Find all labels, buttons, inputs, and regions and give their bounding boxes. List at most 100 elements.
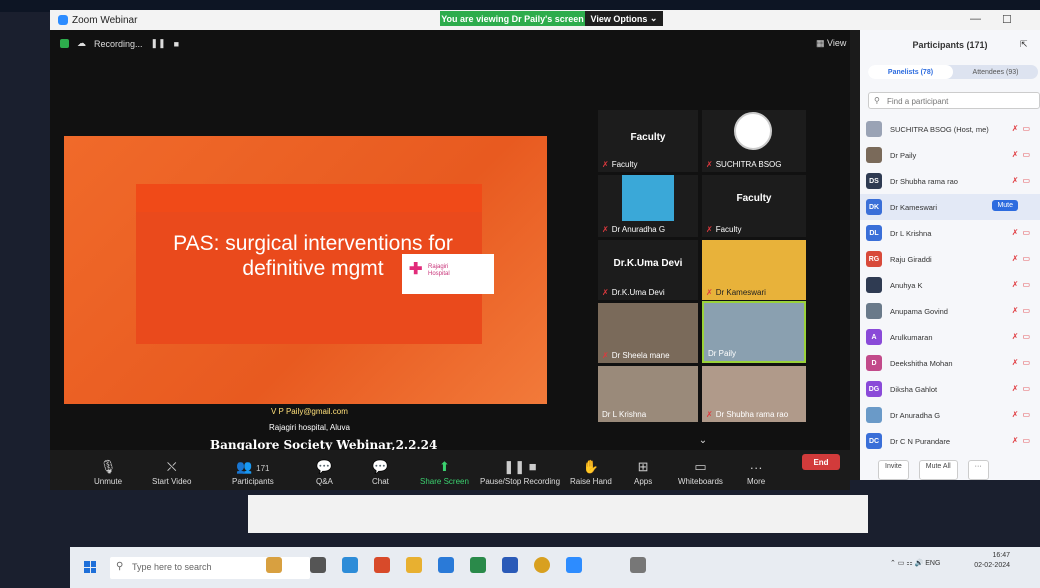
mail-icon[interactable] xyxy=(438,557,454,573)
participant-row[interactable]: Dr Anuradha G ✗▭ xyxy=(860,402,1040,428)
raise-hand-button[interactable]: ✋ Raise Hand xyxy=(570,459,612,486)
zoom-icon[interactable] xyxy=(566,557,582,573)
video-tile[interactable]: Faculty ✗ Faculty xyxy=(598,110,698,172)
end-button[interactable]: End xyxy=(802,454,840,470)
avatar: DK xyxy=(866,199,882,215)
mic-video-status-icon: ✗▭ xyxy=(1011,176,1034,185)
system-tray-icons[interactable]: ⌃ ▭ ⚏ 🔊 ENG xyxy=(890,559,940,567)
mic-video-status-icon: ✗▭ xyxy=(1011,228,1034,237)
word-icon[interactable] xyxy=(502,557,518,573)
powerpoint-icon[interactable] xyxy=(374,557,390,573)
mute-all-button[interactable]: Mute All xyxy=(918,460,958,480)
share-icon: ⬆ xyxy=(439,459,450,474)
muted-mic-icon: ✗ xyxy=(706,410,713,419)
tile-big-label: Faculty xyxy=(630,132,666,143)
ellipsis-icon: ··· xyxy=(749,460,763,475)
file-explorer-icon[interactable] xyxy=(406,557,422,573)
video-tile[interactable]: Dr L Krishna xyxy=(598,366,698,422)
pause-recording-label: Pause/Stop Recording xyxy=(480,477,561,486)
avatar: A xyxy=(866,329,882,345)
muted-mic-icon: ✗ xyxy=(602,351,609,360)
tile-name-text: Dr Anuradha G xyxy=(611,225,666,234)
participant-name: Anupama Govind xyxy=(890,306,948,316)
video-tile[interactable]: Dr.K.Uma Devi ✗ Dr.K.Uma Devi xyxy=(598,240,698,300)
tile-big-label: Dr.K.Uma Devi xyxy=(613,258,683,269)
avatar: DG xyxy=(866,381,882,397)
share-screen-button[interactable]: ⬆ Share Screen xyxy=(420,459,469,486)
participant-row[interactable]: RG Raju Giraddi ✗▭ xyxy=(860,246,1040,272)
more-button[interactable]: ··· More xyxy=(747,460,765,486)
video-tile-active[interactable]: Dr Paily xyxy=(702,301,806,363)
mic-video-status-icon: ✗▭ xyxy=(1011,436,1034,445)
windows-start-icon[interactable] xyxy=(84,561,96,573)
tile-name-text: Faculty xyxy=(611,160,638,169)
recording-label: Recording... xyxy=(94,38,143,49)
tab-attendees[interactable]: Attendees (93) xyxy=(953,65,1038,79)
tab-panelists[interactable]: Panelists (78) xyxy=(868,65,953,79)
tile-name-text: Dr Paily xyxy=(708,349,737,358)
video-tile[interactable]: ✗ Dr Kameswari xyxy=(702,240,806,300)
participant-row[interactable]: Anuhya K ✗▭ xyxy=(860,272,1040,298)
minimize-icon[interactable]: — xyxy=(970,13,981,25)
maximize-icon[interactable]: ☐ xyxy=(1002,13,1012,26)
doctor-avatar xyxy=(622,175,674,221)
participant-row[interactable]: Anupama Govind ✗▭ xyxy=(860,298,1040,324)
video-tile[interactable]: Faculty ✗ Faculty xyxy=(702,175,806,237)
participant-name: Diksha Gahlot xyxy=(890,384,938,394)
apps-button[interactable]: ⊞ Apps xyxy=(634,459,652,486)
mic-video-status-icon: ✗▭ xyxy=(1011,384,1034,393)
qa-button[interactable]: 💬 Q&A xyxy=(316,459,333,486)
stop-icon[interactable]: ■ xyxy=(174,39,179,49)
view-button[interactable]: ▦ View xyxy=(816,38,846,49)
tile-name: Dr Paily xyxy=(708,349,736,358)
popout-icon[interactable]: ⇱ xyxy=(1020,39,1028,50)
clock-time: 16:47 xyxy=(992,552,1010,559)
whiteboards-label: Whiteboards xyxy=(678,477,723,486)
participant-tabs: Panelists (78) Attendees (93) xyxy=(868,65,1038,79)
video-tile[interactable]: ✗ SUCHITRA BSOG xyxy=(702,110,806,172)
view-options-button[interactable]: View Options ⌄ xyxy=(585,11,663,26)
video-tile[interactable]: ✗ Dr Sheela mane xyxy=(598,303,698,363)
clock[interactable]: 16:47 02-02-2024 xyxy=(974,551,1010,571)
qa-icon: 💬 xyxy=(316,459,333,474)
search-placeholder: Find a participant xyxy=(887,97,949,106)
participant-search-input[interactable]: ⚲ Find a participant xyxy=(868,92,1040,109)
search-icon: ⚲ xyxy=(874,96,880,105)
participant-row[interactable]: DG Diksha Gahlot ✗▭ xyxy=(860,376,1040,402)
tile-name-text: Dr L Krishna xyxy=(602,410,647,419)
invite-button[interactable]: Invite xyxy=(878,460,909,480)
app-icon[interactable] xyxy=(630,557,646,573)
pause-icon[interactable]: ❚❚ xyxy=(151,38,166,49)
briefcase-icon[interactable] xyxy=(266,557,282,573)
video-tile[interactable]: ✗ Dr Anuradha G xyxy=(598,175,698,237)
slide-email: V P Paily@gmail.com xyxy=(271,407,348,416)
chat-button[interactable]: 💬 Chat xyxy=(372,459,389,486)
chrome-icon[interactable] xyxy=(534,557,550,573)
share-screen-label: Share Screen xyxy=(420,477,469,486)
tile-name-text: SUCHITRA BSOG xyxy=(715,160,782,169)
more-icon[interactable]: ··· xyxy=(967,460,989,480)
participant-row[interactable]: D Deekshitha Mohan ✗▭ xyxy=(860,350,1040,376)
avatar: DC xyxy=(866,433,882,449)
windows-taskbar: ⚲ Type here to search ⌃ ▭ ⚏ 🔊 ENG 16:47 … xyxy=(70,547,1040,588)
participant-row[interactable]: A Arulkumaran ✗▭ xyxy=(860,324,1040,350)
maps-icon[interactable] xyxy=(470,557,486,573)
edge-icon[interactable] xyxy=(342,557,358,573)
participant-row[interactable]: Dr Paily ✗▭ xyxy=(860,142,1040,168)
participant-row[interactable]: DC Dr C N Purandare ✗▭ xyxy=(860,428,1040,454)
mute-button[interactable]: Mute xyxy=(992,200,1018,211)
participant-row[interactable]: DK Dr Kameswari Mute xyxy=(860,194,1040,220)
unmute-button[interactable]: 🎙 Unmute xyxy=(94,459,122,486)
whiteboards-button[interactable]: ▭ Whiteboards xyxy=(678,459,723,486)
task-view-icon[interactable] xyxy=(310,557,326,573)
avatar xyxy=(866,407,882,423)
start-video-button[interactable]: ⛌ Start Video xyxy=(152,459,191,486)
participant-row[interactable]: SUCHITRA BSOG (Host, me) ✗▭ xyxy=(860,116,1040,142)
participant-name: Dr Anuradha G xyxy=(890,410,941,420)
video-tile[interactable]: ✗ Dr Shubha rama rao xyxy=(702,366,806,422)
participants-button[interactable]: 👥 171 Participants xyxy=(232,459,274,486)
participant-row[interactable]: DL Dr L Krishna ✗▭ xyxy=(860,220,1040,246)
pause-recording-button[interactable]: ❚❚ ■ Pause/Stop Recording xyxy=(480,459,560,486)
start-video-label: Start Video xyxy=(152,477,192,486)
participant-row[interactable]: DS Dr Shubha rama rao ✗▭ xyxy=(860,168,1040,194)
